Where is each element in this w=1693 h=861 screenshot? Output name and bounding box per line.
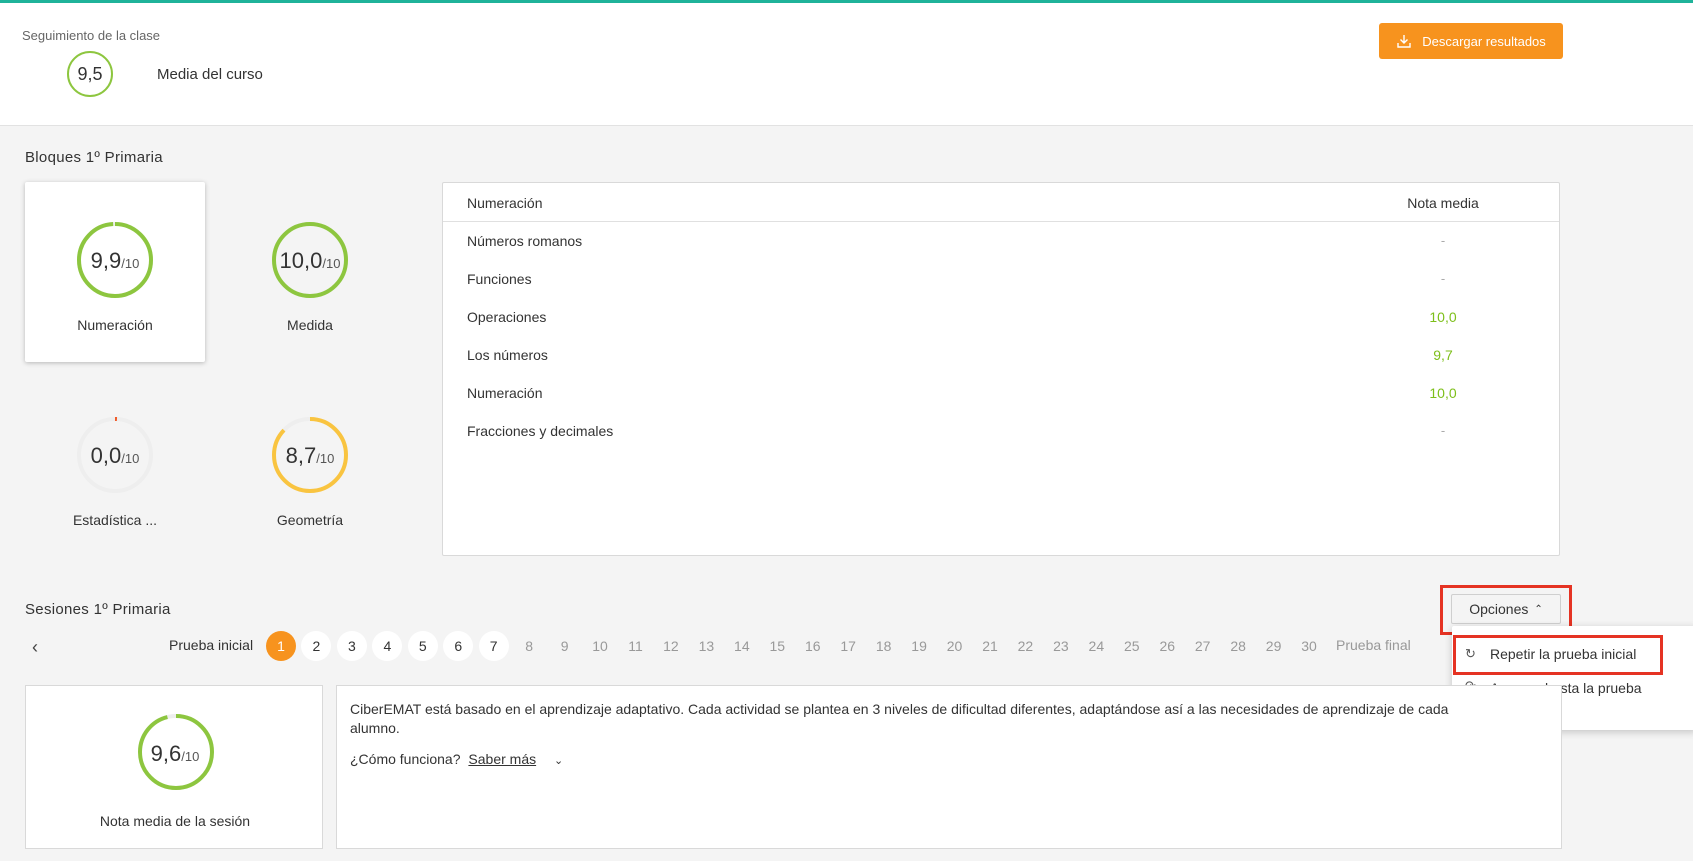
class-tracking-label: Seguimiento de la clase	[22, 28, 161, 43]
block-score-out-of: /10	[316, 451, 335, 466]
how-it-works-label: ¿Cómo funciona?	[350, 751, 461, 767]
block-card[interactable]: 10,0/10 Medida	[220, 182, 400, 362]
topic-average: 10,0	[1429, 309, 1457, 325]
table-row: Numeración 10,0	[443, 374, 1559, 412]
session-average-value: 9,6	[150, 741, 182, 766]
table-row: Fracciones y decimales -	[443, 412, 1559, 450]
block-score: 9,9/10	[25, 248, 205, 274]
session-page-17[interactable]: 17	[833, 631, 863, 661]
block-detail-table: Numeración Nota media Números romanos - Fu…	[442, 182, 1560, 556]
block-score: 10,0/10	[220, 248, 400, 274]
session-page-20[interactable]: 20	[940, 631, 970, 661]
session-page-11[interactable]: 11	[621, 631, 651, 661]
session-page-29[interactable]: 29	[1259, 631, 1289, 661]
table-row: Funciones -	[443, 260, 1559, 298]
final-test-tab[interactable]: Prueba final	[1336, 637, 1411, 653]
block-card[interactable]: 8,7/10 Geometría	[220, 377, 400, 557]
session-average-score: 9,6/10	[26, 741, 324, 767]
download-results-button[interactable]: Descargar resultados	[1379, 23, 1563, 59]
topic-average: 10,0	[1429, 385, 1457, 401]
session-page-28[interactable]: 28	[1223, 631, 1253, 661]
block-score-value: 10,0	[279, 248, 323, 273]
session-page-22[interactable]: 22	[1010, 631, 1040, 661]
topic-average: -	[1440, 233, 1446, 248]
initial-test-tab[interactable]: Prueba inicial	[169, 637, 253, 653]
table-header: Numeración Nota media	[443, 183, 1559, 222]
block-score-value: 0,0	[90, 443, 122, 468]
block-score: 0,0/10	[25, 443, 205, 469]
block-label: Numeración	[77, 317, 153, 333]
session-page-19[interactable]: 19	[904, 631, 934, 661]
session-page-6[interactable]: 6	[443, 631, 474, 661]
session-page-15[interactable]: 15	[762, 631, 792, 661]
session-page-26[interactable]: 26	[1152, 631, 1182, 661]
session-page-5[interactable]: 5	[407, 631, 438, 661]
top-bar: Seguimiento de la clase 9,5 Media del cu…	[0, 0, 1693, 126]
block-score: 8,7/10	[220, 443, 400, 469]
topic-name: Numeración	[467, 385, 543, 401]
block-score-out-of: /10	[121, 256, 140, 271]
download-icon	[1397, 35, 1411, 48]
block-label: Estadística ...	[72, 512, 158, 528]
topic-average: -	[1440, 271, 1446, 286]
block-label: Medida	[287, 317, 333, 333]
block-card[interactable]: 9,9/10 Numeración	[25, 182, 205, 362]
topic-name: Funciones	[467, 271, 532, 287]
session-page-18[interactable]: 18	[869, 631, 899, 661]
session-page-12[interactable]: 12	[656, 631, 686, 661]
table-row: Operaciones 10,0	[443, 298, 1559, 336]
table-row: Números romanos -	[443, 222, 1559, 260]
session-page-23[interactable]: 23	[1046, 631, 1076, 661]
session-page-1[interactable]: 1	[266, 631, 296, 661]
session-page-9[interactable]: 9	[550, 631, 580, 661]
learn-more-link[interactable]: Saber más	[468, 751, 536, 767]
session-page-3[interactable]: 3	[336, 631, 367, 661]
chevron-left-icon[interactable]: ‹	[32, 637, 38, 658]
session-page-4[interactable]: 4	[372, 631, 403, 661]
session-page-25[interactable]: 25	[1117, 631, 1147, 661]
course-average-label: Media del curso	[157, 66, 263, 83]
session-page-27[interactable]: 27	[1188, 631, 1218, 661]
session-page-21[interactable]: 21	[975, 631, 1005, 661]
session-page-7[interactable]: 7	[478, 631, 509, 661]
blocks-section-title: Bloques 1º Primaria	[25, 149, 163, 166]
block-score-out-of: /10	[322, 256, 341, 271]
session-pager: ‹ Prueba inicial 1 2 3 4 5 6 7 8 9 10 11 12 13 14 15 16…	[0, 631, 1450, 661]
session-page-2[interactable]: 2	[301, 631, 332, 661]
adaptive-info-card: CiberEMAT está basado en el aprendizaje …	[336, 685, 1562, 849]
highlight-repeat-item	[1453, 635, 1663, 675]
sessions-section-title: Sesiones 1º Primaria	[25, 601, 171, 618]
table-body: Números romanos - Funciones - Operaciones 10,…	[443, 222, 1559, 450]
session-page-10[interactable]: 10	[585, 631, 615, 661]
session-average-label: Nota media de la sesión	[99, 813, 251, 829]
how-it-works-row: ¿Cómo funciona? Saber más ⌄	[350, 751, 563, 767]
session-page-30[interactable]: 30	[1294, 631, 1324, 661]
topic-name: Los números	[467, 347, 548, 363]
download-results-label: Descargar resultados	[1422, 33, 1546, 49]
topic-name: Números romanos	[467, 233, 583, 249]
chevron-down-icon[interactable]: ⌄	[554, 755, 563, 767]
session-average-card: 9,6/10 Nota media de la sesión	[25, 685, 323, 849]
block-score-value: 9,9	[90, 248, 122, 273]
topic-name: Operaciones	[467, 309, 547, 325]
course-average-value: 9,5	[77, 63, 103, 84]
session-page-13[interactable]: 13	[691, 631, 721, 661]
topic-average: -	[1440, 423, 1446, 438]
session-average-out-of: /10	[181, 749, 200, 764]
table-row: Los números 9,7	[443, 336, 1559, 374]
topic-average: 9,7	[1433, 347, 1453, 363]
session-page-14[interactable]: 14	[727, 631, 757, 661]
session-page-16[interactable]: 16	[798, 631, 828, 661]
topic-name: Fracciones y decimales	[467, 423, 614, 439]
session-page-24[interactable]: 24	[1081, 631, 1111, 661]
block-card[interactable]: 0,0/10 Estadística ...	[25, 377, 205, 557]
block-score-out-of: /10	[121, 451, 140, 466]
course-average-ring: 9,5	[67, 51, 113, 97]
block-score-value: 8,7	[285, 443, 317, 468]
block-label: Geometría	[276, 512, 344, 528]
table-header-topic: Numeración	[467, 195, 543, 211]
session-page-8[interactable]: 8	[514, 631, 544, 661]
adaptive-info-text: CiberEMAT está basado en el aprendizaje …	[350, 701, 1449, 736]
table-header-average: Nota media	[1407, 195, 1479, 211]
